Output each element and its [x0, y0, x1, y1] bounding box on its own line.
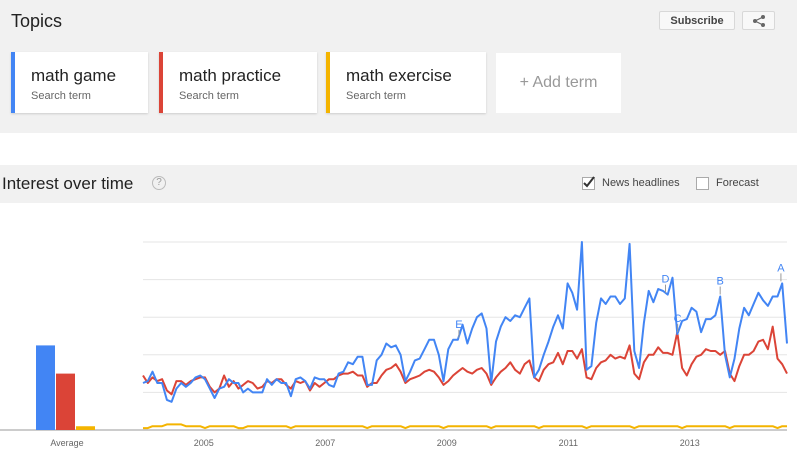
topics-title: Topics: [11, 11, 63, 31]
chart-series: [142, 241, 788, 430]
chart-grid: [0, 241, 787, 431]
series-line-math-exercise: [143, 423, 787, 430]
annotation-E: E: [455, 319, 462, 331]
term-card-math-game[interactable]: math game Search term: [11, 52, 148, 113]
forecast-label: Forecast: [716, 177, 759, 189]
average-bar-math-practice: [56, 373, 75, 430]
term-card-math-practice[interactable]: math practice Search term: [159, 52, 317, 113]
x-axis-ticks: 2005 2007 2009 2011 2013: [194, 438, 700, 448]
annotation-D: D: [662, 274, 670, 286]
share-icon: [753, 15, 765, 27]
term-name: math exercise: [346, 66, 452, 85]
forecast-checkbox[interactable]: [696, 177, 709, 190]
subscribe-button[interactable]: Subscribe: [659, 11, 735, 30]
term-type: Search term: [31, 90, 91, 102]
term-name: math game: [31, 66, 117, 85]
annotation-B: B: [716, 276, 723, 288]
chart-annotations: E D C B A: [455, 262, 785, 338]
average-bar-math-exercise: [76, 426, 95, 430]
news-headlines-label: News headlines: [602, 177, 680, 189]
x-tick-label: 2005: [194, 438, 214, 448]
term-card-math-exercise[interactable]: math exercise Search term: [326, 52, 486, 113]
x-tick-label: 2013: [680, 438, 700, 448]
annotation-A: A: [777, 262, 785, 274]
interest-chart: E D C B A 2005 2007 2009 2011 2013 Average: [0, 241, 788, 448]
x-tick-label: 2009: [437, 438, 457, 448]
help-icon[interactable]: ?: [152, 176, 166, 190]
annotation-C: C: [674, 313, 682, 325]
news-headlines-checkbox[interactable]: [582, 176, 595, 190]
average-label: Average: [50, 438, 83, 448]
add-term-button[interactable]: + Add term: [496, 53, 621, 113]
share-button[interactable]: [742, 11, 775, 30]
series-line-math-game: [142, 241, 788, 403]
checkmark-icon: [583, 176, 595, 188]
x-tick-label: 2011: [559, 438, 578, 448]
term-name: math practice: [179, 66, 282, 85]
term-type: Search term: [179, 90, 239, 102]
x-tick-label: 2007: [315, 438, 335, 448]
term-color-bar: [11, 52, 15, 113]
term-color-bar: [159, 52, 163, 113]
average-bars: [36, 345, 95, 430]
term-color-bar: [326, 52, 330, 113]
average-bar-math-game: [36, 345, 55, 430]
term-type: Search term: [346, 90, 406, 102]
interest-header: Interest over time ? News headlines Fore…: [0, 165, 797, 203]
interest-title: Interest over time: [2, 174, 134, 193]
